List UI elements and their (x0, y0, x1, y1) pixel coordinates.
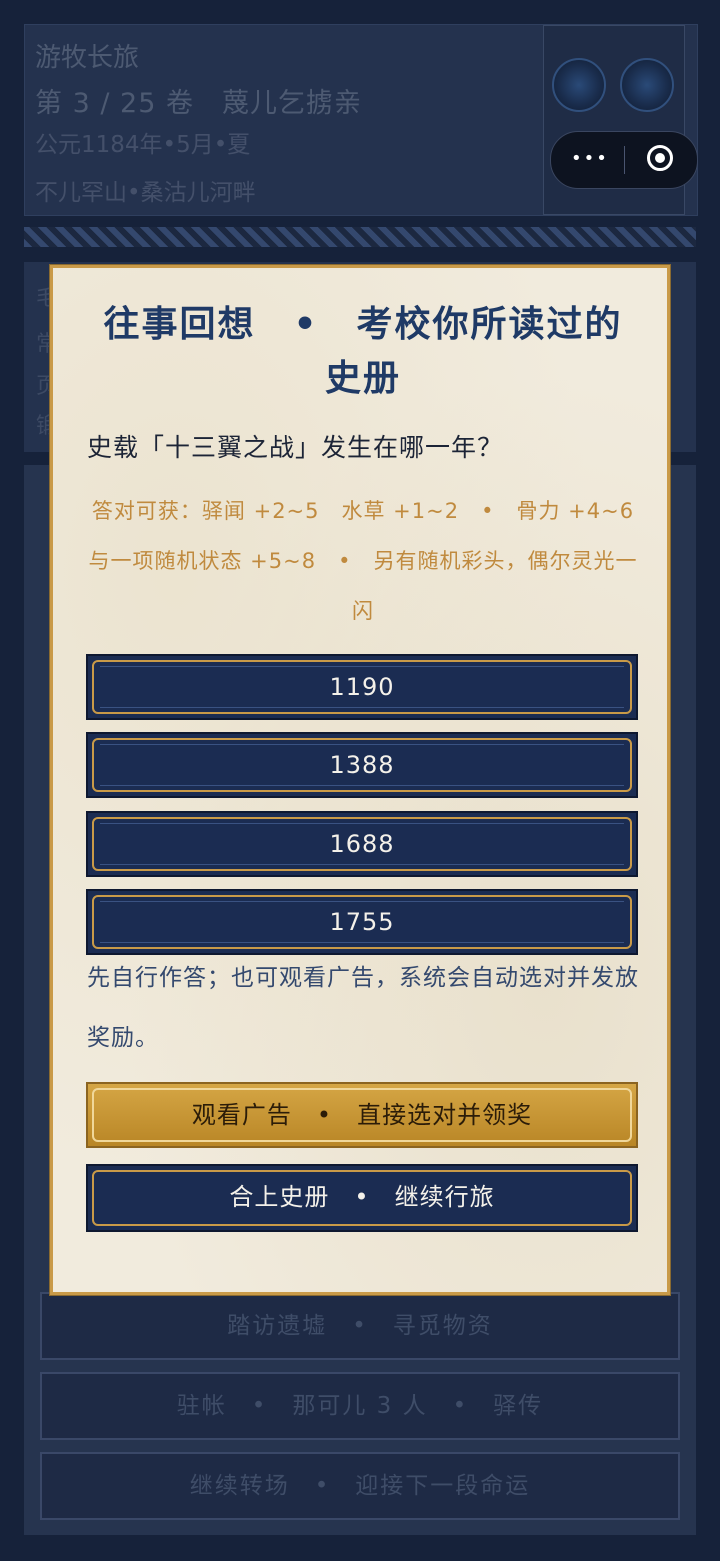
close-miniprogram-icon[interactable] (647, 145, 673, 171)
answer-option-1190[interactable]: 1190 (86, 654, 638, 720)
camp-button[interactable]: 驻帐 • 那可儿 3 人 • 驿传 (40, 1372, 680, 1440)
answer-option-1755[interactable]: 1755 (86, 889, 638, 955)
answer-option-1388[interactable]: 1388 (86, 732, 638, 798)
quiz-modal: 往事回想 • 考校你所读过的史册 史载「十三翼之战」发生在哪一年？ 答对可获：驿… (50, 265, 670, 1295)
more-icon[interactable]: ••• (571, 148, 609, 169)
answer-label: 1190 (329, 673, 395, 701)
close-book-label: 合上史册 • 继续行旅 (229, 1183, 495, 1211)
chapter-title: 第 3 / 25 卷 蔑儿乞掳亲 (35, 88, 362, 119)
app-title: 游牧长旅 (35, 43, 140, 73)
modal-title: 往事回想 • 考校你所读过的史册 (103, 304, 623, 399)
explore-button[interactable]: 踏访遗墟 • 寻觅物资 (40, 1292, 680, 1360)
game-date: 公元1184年•5月•夏 (35, 132, 251, 158)
watch-ad-label: 观看广告 • 直接选对并领奖 (191, 1101, 533, 1129)
reward-description: 答对可获：驿闻 +2~5 水草 +1~2 • 骨力 +4~6 与一项随机状态 +… (88, 499, 638, 623)
answer-hint: 先自行作答；也可观看广告，系统会自动选对并发放奖励。 (87, 965, 639, 1051)
answer-option-1688[interactable]: 1688 (86, 811, 638, 877)
next-scene-button[interactable]: 继续转场 • 迎接下一段命运 (40, 1452, 680, 1520)
sun-emblem-icon[interactable] (620, 58, 674, 112)
watch-ad-button[interactable]: 观看广告 • 直接选对并领奖 (86, 1082, 638, 1148)
capsule-divider (624, 146, 625, 174)
miniprogram-capsule: ••• (550, 131, 698, 189)
answer-label: 1688 (329, 830, 395, 858)
answer-label: 1388 (329, 751, 395, 779)
emblem-icon[interactable] (552, 58, 606, 112)
close-book-button[interactable]: 合上史册 • 继续行旅 (86, 1164, 638, 1232)
answer-label: 1755 (329, 908, 395, 936)
game-location: 不儿罕山•桑沽儿河畔 (35, 180, 256, 206)
decorative-strip (24, 227, 696, 247)
quiz-question: 史载「十三翼之战」发生在哪一年？ (87, 433, 504, 462)
